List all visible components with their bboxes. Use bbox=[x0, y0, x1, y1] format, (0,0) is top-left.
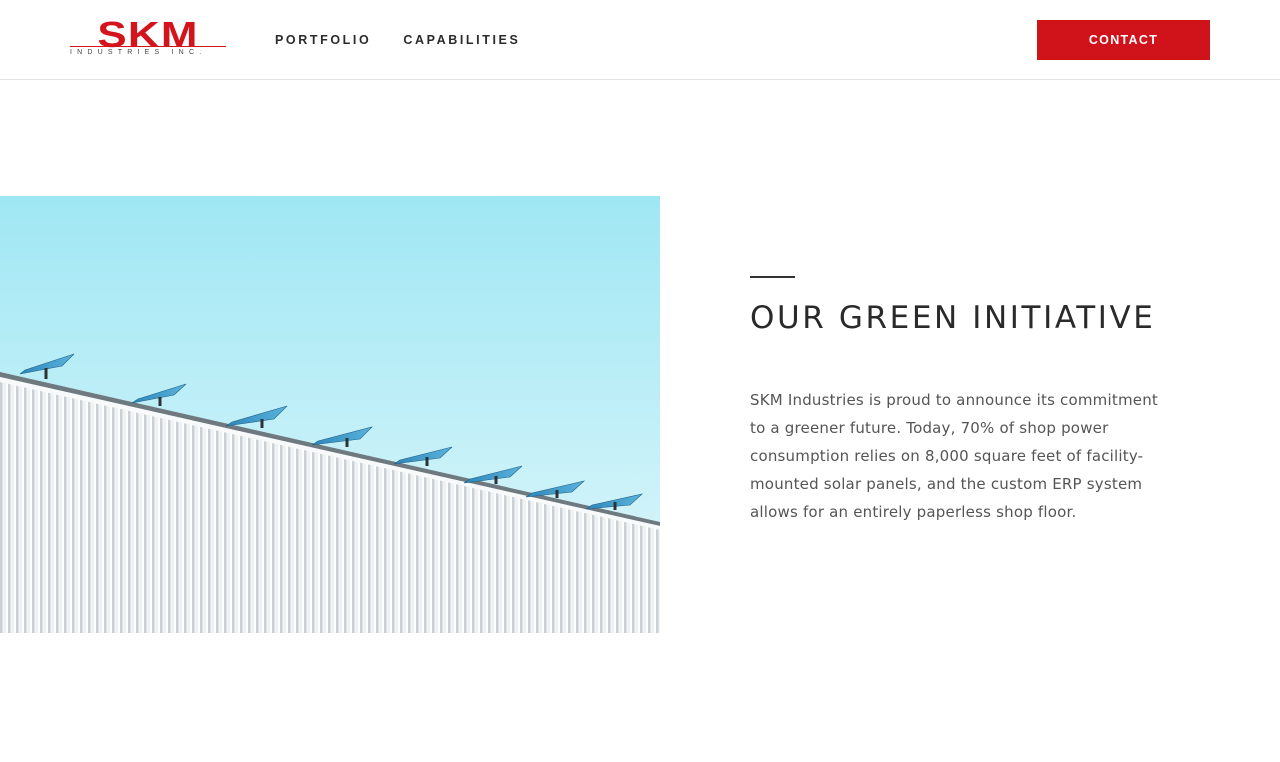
site-header: SKM INDUSTRIES INC. PORTFOLIO CAPABILITI… bbox=[0, 0, 1280, 80]
skm-logo[interactable]: SKM INDUSTRIES INC. bbox=[70, 17, 226, 60]
main-nav: PORTFOLIO CAPABILITIES bbox=[275, 33, 520, 47]
logo-subtitle: INDUSTRIES INC. bbox=[70, 49, 207, 56]
nav-portfolio[interactable]: PORTFOLIO bbox=[275, 33, 371, 47]
contact-button[interactable]: CONTACT bbox=[1037, 20, 1210, 60]
solar-roof-photo bbox=[0, 196, 660, 633]
section-body: SKM Industries is proud to announce its … bbox=[750, 391, 1158, 521]
section-title: OUR GREEN INITIATIVE bbox=[750, 300, 1156, 336]
logo-rule bbox=[70, 46, 226, 47]
nav-capabilities[interactable]: CAPABILITIES bbox=[403, 33, 520, 47]
title-accent-line bbox=[750, 276, 795, 278]
